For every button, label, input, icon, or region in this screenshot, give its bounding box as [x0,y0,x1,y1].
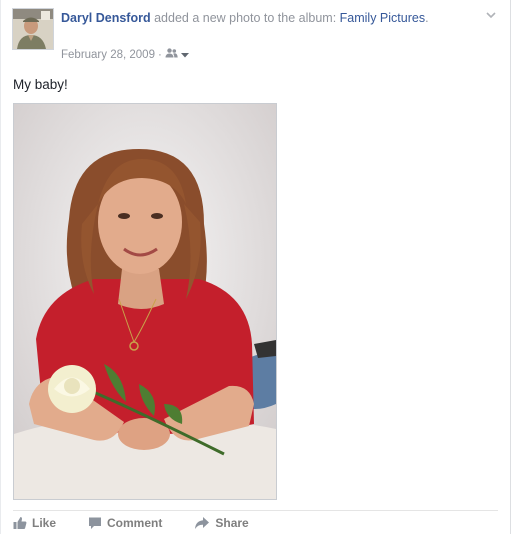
album-link[interactable]: Family Pictures [340,11,425,25]
thumbs-up-icon [13,516,27,530]
post-caption: My baby! [13,77,68,92]
post-actions: Like Comment Share [13,516,281,530]
post-header: Daryl Densford added a new photo to the … [61,9,471,27]
privacy-caret-icon[interactable] [180,49,189,61]
share-label: Share [215,516,249,530]
like-label: Like [32,516,57,530]
friends-icon[interactable] [165,48,178,61]
share-button[interactable]: Share [194,516,249,530]
like-button[interactable]: Like [13,516,56,530]
post-meta: February 28, 2009 · [61,48,189,61]
post-date[interactable]: February 28, 2009 [61,49,155,61]
author-name[interactable]: Daryl Densford [61,11,151,25]
chevron-down-icon[interactable] [484,8,498,22]
meta-separator: · [157,48,162,61]
album-suffix: . [425,11,429,25]
comment-button[interactable]: Comment [88,516,162,530]
post-action-text: added a new photo to the album: [150,11,340,25]
share-icon [194,516,210,530]
post-photo[interactable] [13,103,277,500]
post-card: Daryl Densford added a new photo to the … [0,0,511,534]
avatar[interactable] [12,8,54,50]
comment-label: Comment [107,516,163,530]
action-divider [13,510,498,511]
comment-icon [88,516,102,530]
